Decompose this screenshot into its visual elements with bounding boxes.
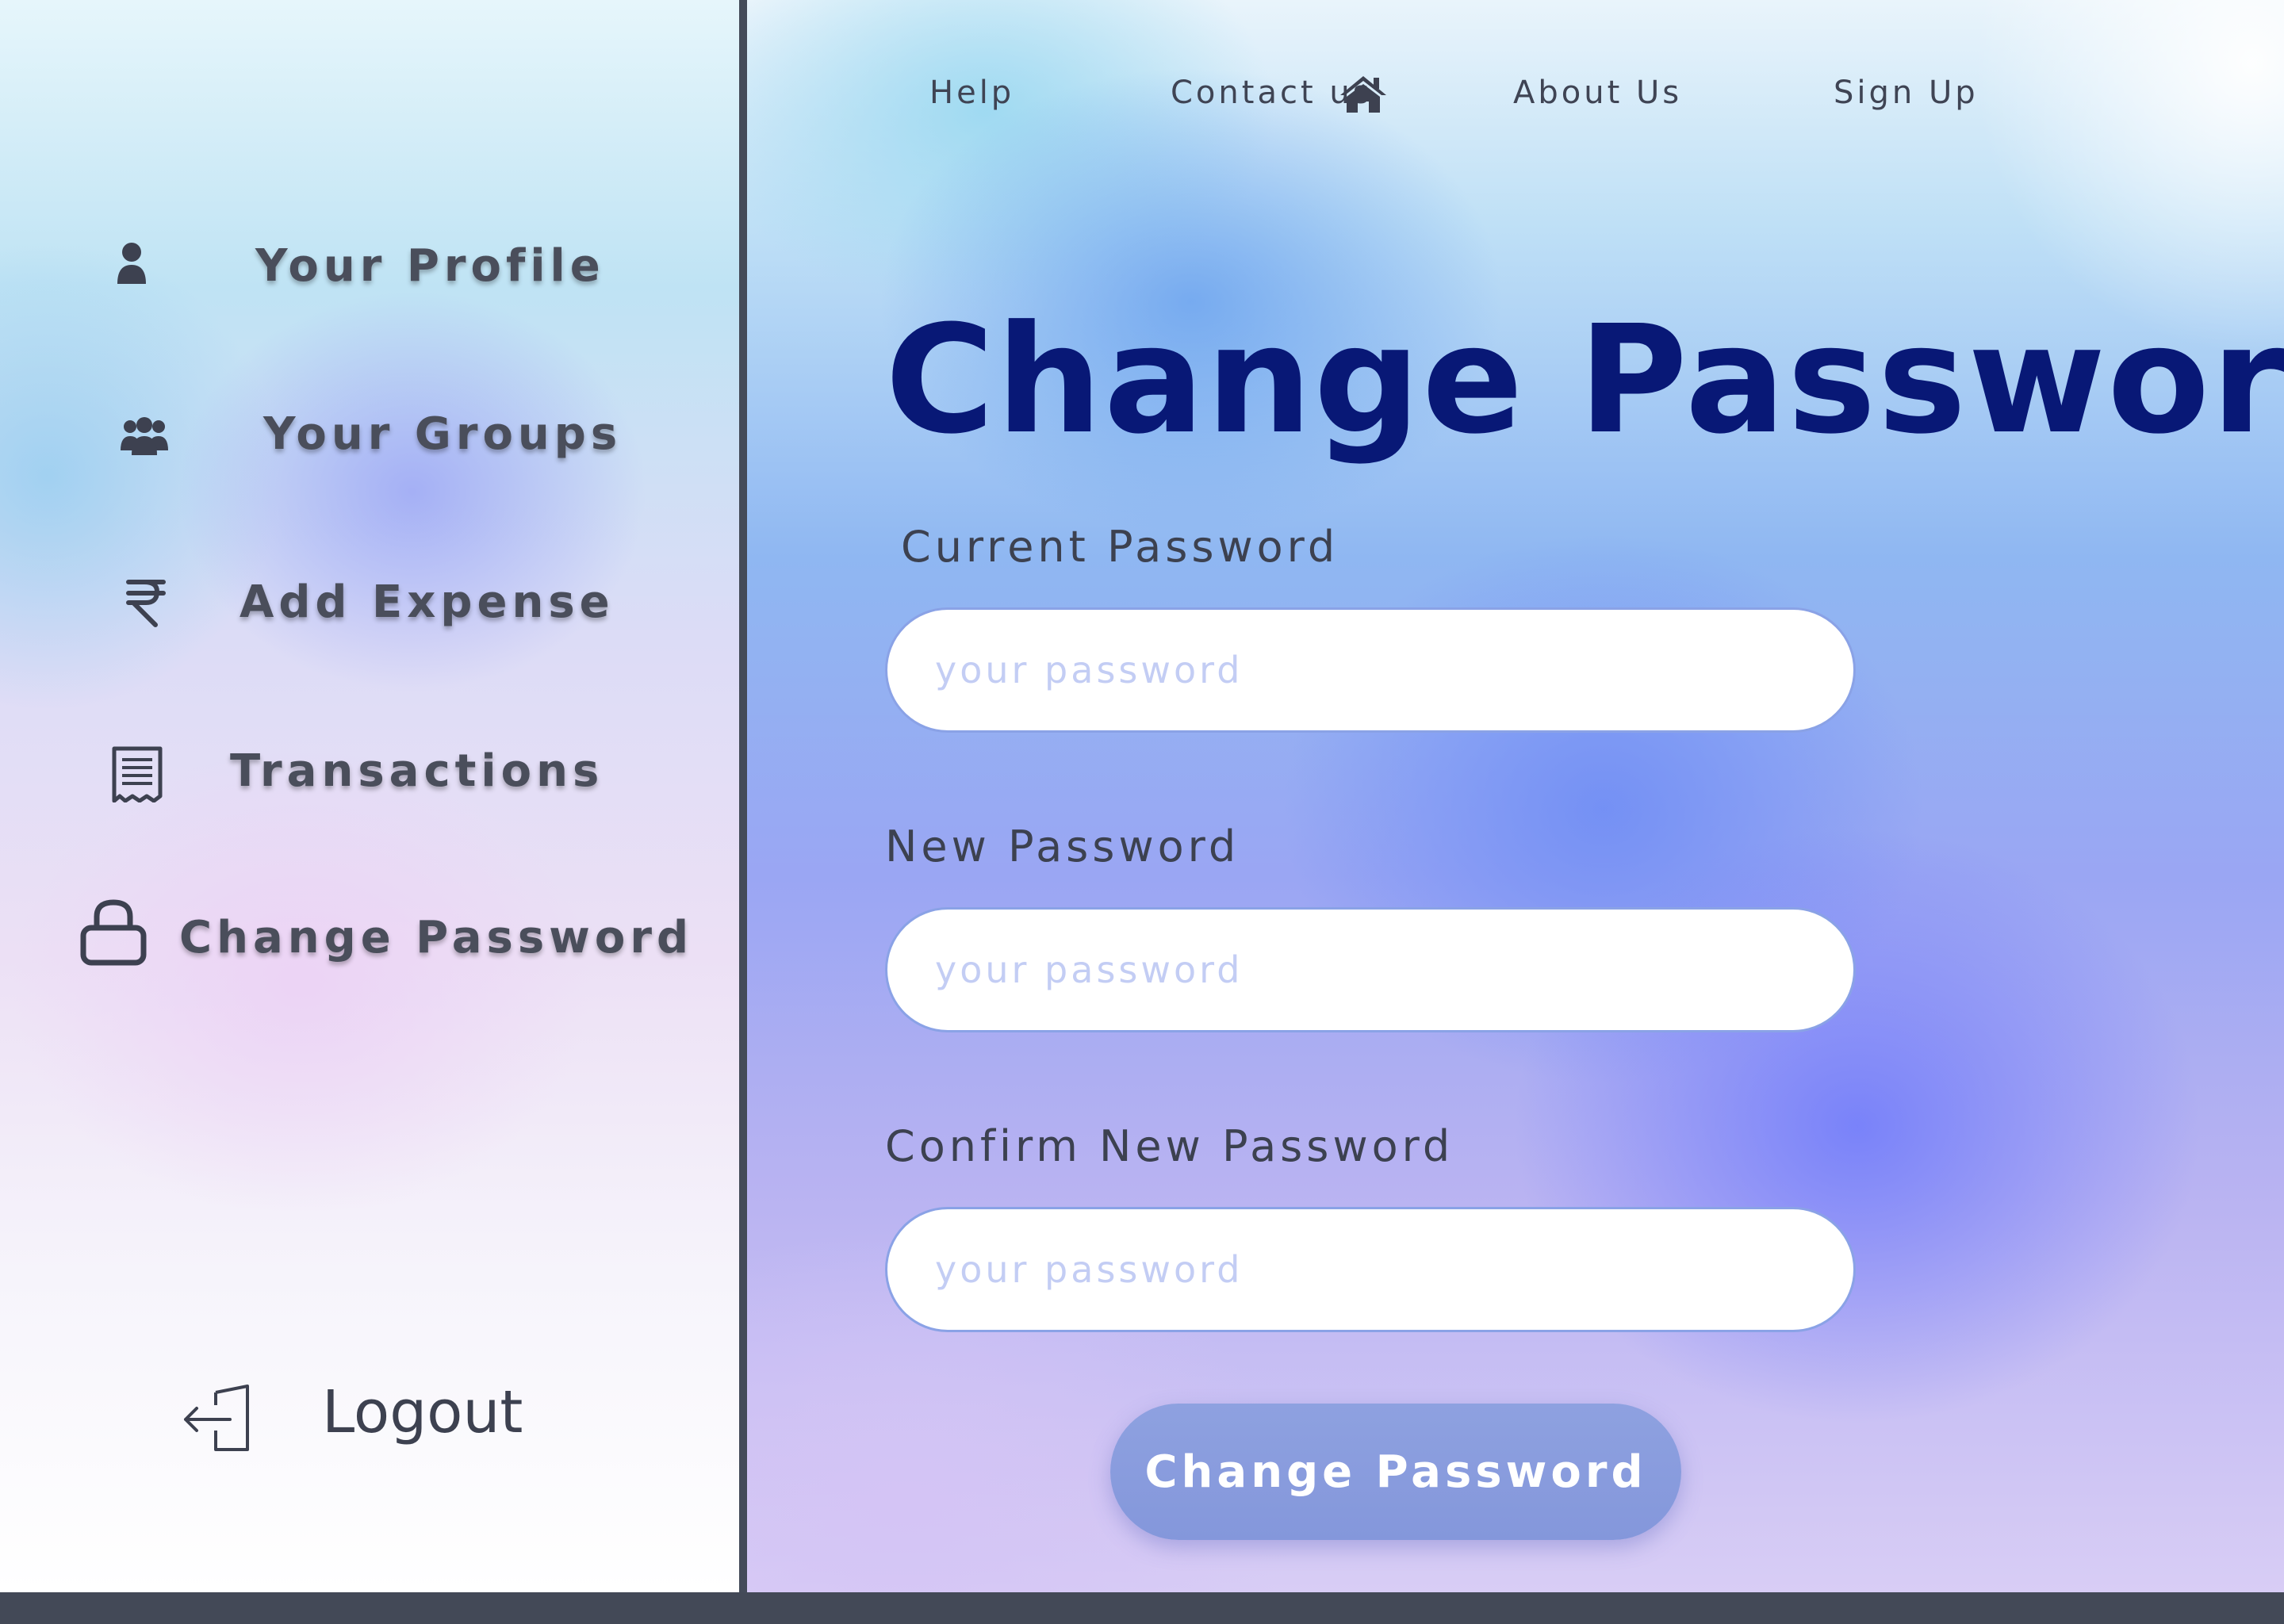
lock-icon <box>80 899 147 966</box>
logout-label: Logout <box>322 1378 523 1446</box>
sidebar-item-label: Transactions <box>230 745 604 797</box>
current-password-field[interactable] <box>885 607 1856 733</box>
logout-icon <box>184 1385 249 1451</box>
home-icon[interactable] <box>1339 75 1388 114</box>
nav-link-sign-up[interactable]: Sign Up <box>1834 75 1979 111</box>
page-title: Change Password <box>885 293 2284 467</box>
person-icon <box>117 243 146 284</box>
sidebar-item-label: Your Groups <box>263 408 623 460</box>
sidebar-item-label: Change Password <box>179 912 694 963</box>
bottom-bar <box>0 1592 2284 1624</box>
sidebar-item-label: Add Expense <box>240 576 615 628</box>
new-password-label: New Password <box>885 822 1240 871</box>
change-password-button[interactable]: Change Password <box>1110 1404 1681 1540</box>
confirm-new-password-label: Confirm New Password <box>885 1121 1454 1171</box>
rupee-icon <box>126 580 166 627</box>
new-password-field[interactable] <box>885 907 1856 1032</box>
nav-link-about-us[interactable]: About Us <box>1513 75 1682 111</box>
main-panel <box>747 0 2284 1592</box>
receipt-icon <box>112 746 163 802</box>
sidebar-divider <box>739 0 747 1592</box>
nav-link-help[interactable]: Help <box>929 75 1014 111</box>
current-password-label: Current Password <box>901 522 1339 572</box>
confirm-new-password-field[interactable] <box>885 1207 1856 1332</box>
sidebar-item-label: Your Profile <box>255 240 605 292</box>
group-icon <box>121 417 168 455</box>
sidebar: Your Profile Your Groups Add Expense Tra… <box>0 0 739 1592</box>
